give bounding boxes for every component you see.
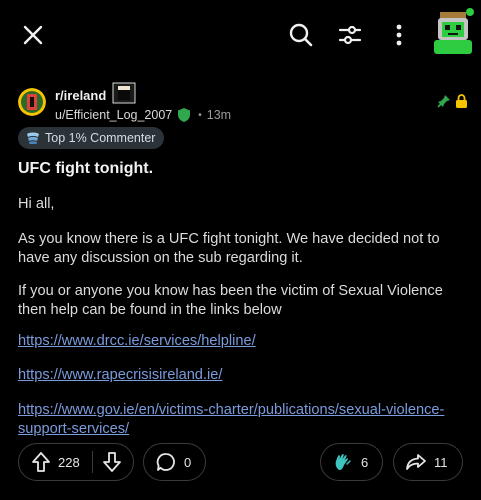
close-icon[interactable]	[18, 20, 48, 50]
more-vertical-icon[interactable]	[386, 20, 412, 50]
upvote-icon[interactable]	[32, 452, 50, 472]
link-drcc[interactable]: https://www.drcc.ie/services/helpline/	[18, 332, 468, 351]
lock-icon	[455, 94, 468, 113]
action-bar: 228 0 6 11	[18, 443, 463, 481]
separator-dot: •	[198, 109, 202, 121]
body-paragraph: As you know there is a UFC fight tonight…	[18, 231, 440, 266]
flair-image	[112, 82, 136, 104]
comment-icon	[156, 452, 176, 472]
top-commenter-badge: Top 1% Commenter	[18, 127, 165, 149]
author-name[interactable]: u/Efficient_Log_2007	[55, 108, 172, 122]
award-count: 6	[361, 454, 369, 470]
shield-icon	[178, 108, 191, 122]
vote-divider	[91, 451, 93, 473]
author-line: u/Efficient_Log_2007 • 13m	[55, 108, 231, 122]
comments-button[interactable]: 0	[143, 443, 206, 481]
subreddit-name[interactable]: r/ireland	[55, 88, 106, 103]
top-bar	[0, 0, 481, 70]
vote-control: 228	[18, 443, 134, 481]
body-paragraph: Hi all,	[18, 196, 55, 212]
vote-score: 228	[58, 454, 80, 470]
post-header: r/ireland u/Efficient_Log_2007 • 13m	[18, 82, 468, 124]
downvote-icon[interactable]	[102, 452, 121, 472]
pin-icon	[437, 94, 451, 113]
badge-label: Top 1% Commenter	[45, 131, 156, 145]
link-gov[interactable]: https://www.gov.ie/en/victims-charter/pu…	[18, 401, 468, 439]
user-avatar[interactable]	[430, 6, 476, 56]
commenter-badge-icon	[26, 132, 40, 144]
comment-count: 0	[184, 454, 192, 470]
body-paragraph: If you or anyone you know has been the v…	[18, 283, 443, 318]
post-title: UFC fight tonight.	[18, 160, 154, 177]
subreddit-avatar[interactable]	[18, 88, 46, 116]
awards-button[interactable]: 6	[320, 443, 383, 481]
clap-award-icon	[333, 452, 353, 472]
post-time: 13m	[206, 108, 232, 122]
share-icon	[406, 453, 426, 471]
search-icon[interactable]	[286, 20, 316, 50]
post-status-icons	[437, 94, 468, 113]
sliders-icon[interactable]	[335, 20, 365, 50]
share-count: 11	[434, 454, 448, 470]
link-rapecrisis[interactable]: https://www.rapecrisisireland.ie/	[18, 366, 468, 385]
share-button[interactable]: 11	[393, 443, 463, 481]
